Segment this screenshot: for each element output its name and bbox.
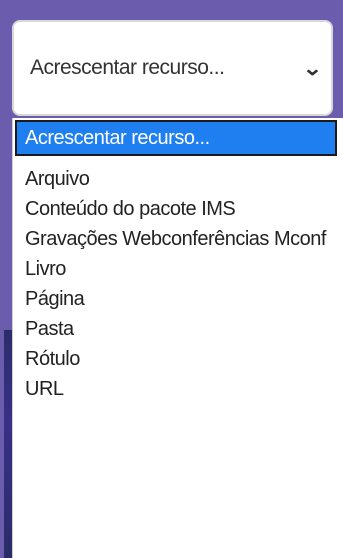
resource-dropdown-list: Acrescentar recurso... Arquivo Conteúdo … [12,118,343,558]
option-pasta[interactable]: Pasta [13,314,343,344]
chevron-down-icon: ⌄ [302,58,323,80]
option-url[interactable]: URL [13,374,343,404]
option-add-resource[interactable]: Acrescentar recurso... [15,120,337,156]
option-mconf-recordings[interactable]: Gravações Webconferências Mconf [13,224,343,254]
option-livro[interactable]: Livro [13,254,343,284]
add-resource-select[interactable]: Acrescentar recurso... ⌄ [12,20,333,116]
option-rotulo[interactable]: Rótulo [13,344,343,374]
option-ims-package[interactable]: Conteúdo do pacote IMS [13,194,343,224]
select-current-value: Acrescentar recurso... [30,56,225,79]
option-arquivo[interactable]: Arquivo [13,164,343,194]
option-pagina[interactable]: Página [13,284,343,314]
